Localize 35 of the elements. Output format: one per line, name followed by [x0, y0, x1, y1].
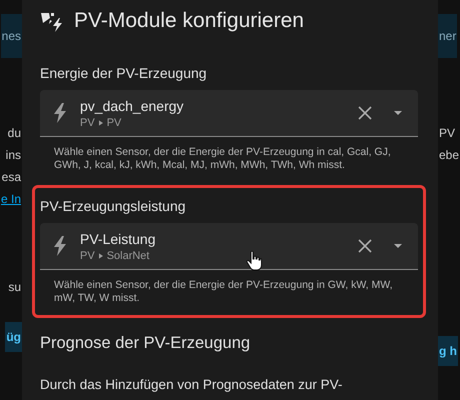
- close-icon: [358, 239, 372, 253]
- separator-icon: [98, 252, 103, 258]
- dialog-title: PV-Module konfigurieren: [74, 9, 304, 33]
- page-link[interactable]: e In: [0, 188, 22, 210]
- entity-name: PV-Leistung: [80, 230, 156, 246]
- area-name: PV: [80, 250, 95, 262]
- page-text: su: [7, 279, 22, 296]
- lightning-icon: [52, 236, 68, 256]
- page-button[interactable]: üg: [5, 322, 22, 352]
- description-text: Durch das Hinzufügen von Prognosedaten zur PV-: [40, 377, 344, 392]
- section-heading: PV-Erzeugungsleistung: [40, 197, 187, 216]
- page-text: ebe: [438, 147, 460, 164]
- area-name: PV: [80, 116, 95, 128]
- lightning-icon: [52, 103, 68, 123]
- banner-text: ner: [438, 14, 458, 58]
- entity-name: pv_dach_energy: [80, 98, 185, 114]
- caret-icon: [392, 242, 404, 250]
- helper-text: Wähle einen Sensor, der die Energie der PV-Erzeugung in cal, Gcal, GJ, GWh, J, kcal, kJ, kWh, Mcal, MJ, mWh, MWh, TWh, Wh misst.: [53, 145, 392, 173]
- device-name: PV: [106, 116, 122, 128]
- helper-text: Wähle einen Sensor, der die Energie der PV-Erzeugung in GW, kW, MW, mW, TW, W misst.: [53, 278, 394, 306]
- entity-picker[interactable]: pv_dach_energy PV PV: [40, 90, 418, 137]
- banner-text: nes: [0, 14, 22, 58]
- separator-icon: [98, 120, 103, 126]
- page-text: ins: [4, 147, 22, 164]
- section-heading: Prognose der PV-Erzeugung: [40, 334, 252, 353]
- section-heading: Energie der PV-Erzeugung: [40, 64, 208, 83]
- hand-cursor-icon: [246, 251, 262, 271]
- page-text: esa: [0, 169, 22, 186]
- device-name: SolarNet: [106, 250, 150, 262]
- caret-icon: [392, 109, 404, 117]
- entity-picker[interactable]: PV-Leistung PV SolarNet: [40, 223, 418, 270]
- page-button[interactable]: g h: [438, 336, 458, 366]
- close-icon: [358, 106, 372, 120]
- page-text: PV: [438, 125, 456, 142]
- page-text: du: [6, 125, 22, 142]
